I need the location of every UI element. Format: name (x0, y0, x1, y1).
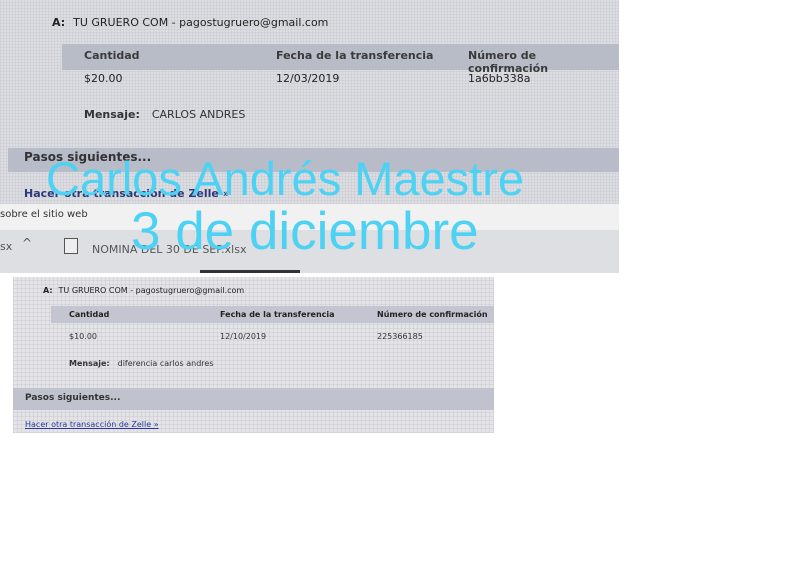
next-steps-heading: Pasos siguientes... (25, 393, 121, 403)
download-filename-fragment: sx (0, 240, 13, 253)
message-line: Mensaje: CARLOS ANDRES (84, 108, 245, 121)
header-amount: Cantidad (69, 310, 110, 319)
excel-file-icon (64, 238, 78, 254)
new-transaction-link[interactable]: Hacer otra transacción de Zelle » (25, 420, 159, 429)
overlay-name-text: Carlos Andrés Maestre (46, 152, 525, 205)
confirmation-value: 225366185 (377, 332, 423, 341)
recipient-line: A: TU GRUERO COM - pagostugruero@gmail.co… (43, 286, 244, 295)
header-date: Fecha de la transferencia (220, 310, 335, 319)
date-value: 12/03/2019 (276, 72, 340, 85)
amount-value: $20.00 (84, 72, 123, 85)
receipt-photo-bottom: A: TU GRUERO COM - pagostugruero@gmail.co… (13, 277, 494, 433)
site-link[interactable]: sobre el sitio web (0, 209, 88, 220)
recipient-value: TU GRUERO COM - pagostugruero@gmail.com (73, 16, 329, 29)
recipient-label: A: (52, 16, 66, 29)
message-value: diferencia carlos andres (117, 359, 214, 368)
message-label: Mensaje: (69, 359, 110, 368)
date-value: 12/10/2019 (220, 332, 267, 341)
chevron-up-icon[interactable]: ^ (22, 236, 32, 250)
recipient-value: TU GRUERO COM - pagostugruero@gmail.com (58, 286, 245, 295)
header-amount: Cantidad (84, 49, 140, 62)
confirmation-value: 1a6bb338a (468, 72, 531, 85)
header-date: Fecha de la transferencia (276, 49, 434, 62)
header-confirmation: Número de confirmación (377, 310, 488, 319)
recipient-label: A: (43, 286, 53, 295)
message-label: Mensaje: (84, 108, 140, 121)
overlay-date-text: 3 de diciembre (131, 202, 479, 261)
recipient-line: A: TU GRUERO COM - pagostugruero@gmail.co… (52, 16, 328, 29)
taskbar-indicator (200, 270, 300, 273)
amount-value: $10.00 (69, 332, 97, 341)
message-value: CARLOS ANDRES (151, 108, 246, 121)
message-line: Mensaje: diferencia carlos andres (69, 359, 214, 368)
